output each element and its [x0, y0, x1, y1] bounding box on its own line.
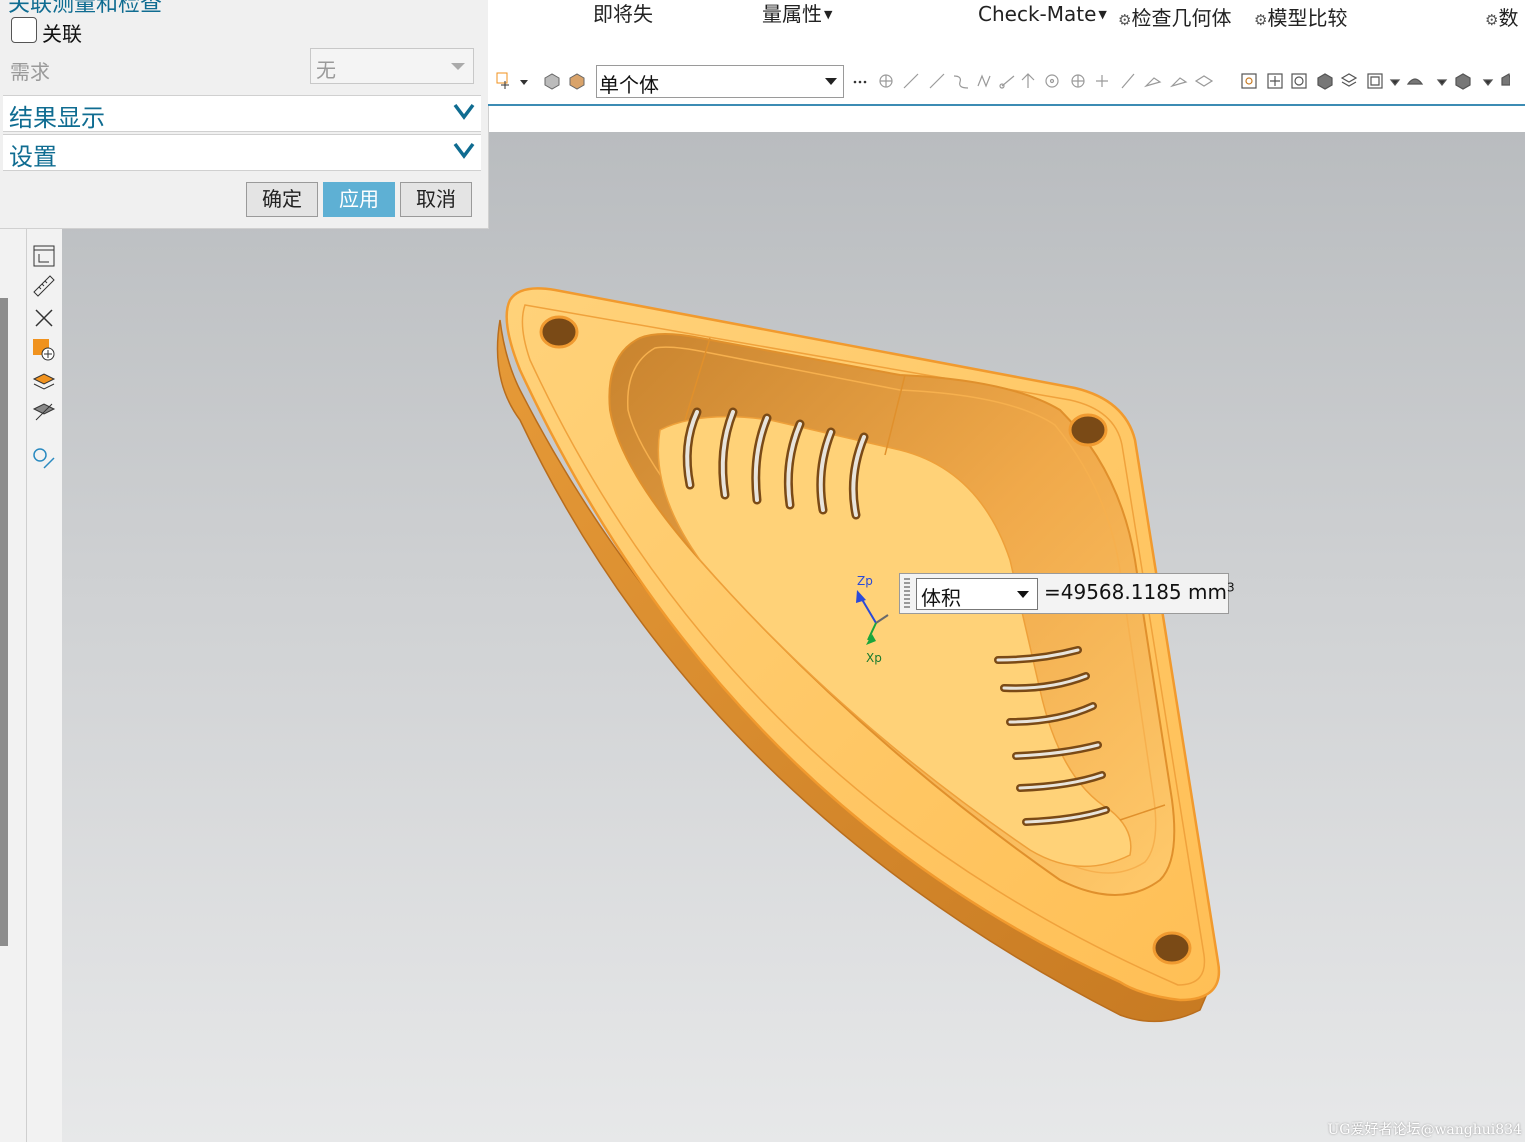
snap-point-icons[interactable] — [878, 72, 1218, 90]
requirement-value: 无 — [316, 58, 336, 82]
ribbon-item-label: Check-Mate — [978, 2, 1097, 26]
analysis-icon[interactable] — [32, 446, 56, 470]
ribbon-item-check-geometry[interactable]: ⚙检查几何体 — [1118, 2, 1231, 31]
drag-handle[interactable] — [904, 578, 910, 608]
requirement-select[interactable]: 无 — [310, 48, 474, 84]
graphics-viewport[interactable]: Zp Xp — [62, 132, 1525, 1142]
z-axis-label: Zp — [857, 574, 873, 588]
section-settings[interactable]: 设置 — [3, 134, 481, 171]
measurement-value: =49568.1185 mm3 — [1044, 580, 1235, 604]
ribbon-item-label: 检查几何体 — [1131, 6, 1232, 30]
select-point-icon[interactable] — [496, 72, 514, 90]
more-icon[interactable] — [853, 72, 867, 90]
dialog-title: 关联测量和检查 — [8, 0, 163, 17]
measurement-type-dropdown[interactable]: 体积 — [916, 578, 1038, 610]
unit-exponent: 3 — [1226, 580, 1235, 595]
left-resource-bar — [0, 228, 62, 1142]
chevron-down-icon — [451, 63, 465, 70]
x-axis-label: Xp — [866, 651, 882, 665]
volume-value: =49568.1185 mm — [1044, 580, 1227, 604]
apply-button[interactable]: 应用 — [323, 182, 395, 217]
ribbon-item-label: 模型比较 — [1267, 6, 1348, 30]
left-scrollbar[interactable] — [0, 298, 8, 946]
watermark: UG爱好者论坛@wanghui834 — [1327, 1122, 1522, 1138]
chevron-down-icon — [1017, 591, 1029, 598]
face-filter-icon[interactable] — [568, 72, 586, 90]
gear-icon: ⚙ — [1485, 11, 1499, 29]
cancel-button[interactable]: 取消 — [400, 182, 472, 217]
section-label: 设置 — [9, 143, 57, 171]
ribbon-item-model-compare[interactable]: ⚙模型比较 — [1254, 2, 1347, 31]
view-tool-icons[interactable] — [1240, 72, 1510, 90]
ruler-icon[interactable] — [32, 274, 56, 298]
close-icon[interactable] — [32, 306, 56, 330]
chevron-down-icon — [825, 78, 837, 85]
hide-body-icon[interactable] — [32, 400, 56, 424]
ribbon-item-data[interactable]: ⚙数 — [1485, 2, 1518, 31]
section-results-display[interactable]: 结果显示 — [3, 95, 481, 132]
add-body-icon[interactable] — [32, 338, 56, 362]
caret-down-icon: ▼ — [824, 8, 833, 21]
selection-filter-value: 单个体 — [599, 73, 659, 97]
associative-label: 关联 — [42, 22, 82, 46]
ok-button[interactable]: 确定 — [246, 182, 318, 217]
ribbon-item-label: 数 — [1498, 6, 1519, 30]
associative-checkbox[interactable] — [11, 17, 37, 43]
3d-model-view: Zp Xp — [496, 287, 1221, 1023]
requirement-label: 需求 — [10, 60, 50, 84]
ribbon-item-checkmate[interactable]: Check-Mate ▼ — [978, 2, 1107, 26]
selection-filter-dropdown[interactable]: 单个体 — [596, 65, 844, 98]
measurement-result-popup[interactable]: 体积 =49568.1185 mm3 — [899, 573, 1235, 614]
ribbon-item-mass-properties[interactable]: 量属性 ▼ — [762, 0, 832, 27]
section-label: 结果显示 — [9, 104, 105, 132]
caret-down-icon[interactable] — [518, 72, 530, 90]
layer-icon[interactable] — [32, 370, 56, 394]
caret-down-icon: ▼ — [1098, 8, 1107, 21]
model-compare-icon: ⚙ — [1254, 11, 1268, 29]
csys-icon[interactable] — [32, 244, 56, 268]
chevron-down-icon — [453, 103, 475, 120]
measure-dialog: 关联测量和检查 关联 需求 无 结果显示 设置 确定 应用 取消 — [0, 0, 489, 229]
measurement-type-value: 体积 — [921, 586, 961, 610]
ribbon-item-lost[interactable]: 即将失 — [593, 0, 653, 27]
ribbon-item-label: 量属性 — [762, 2, 822, 26]
check-geometry-icon: ⚙ — [1118, 11, 1132, 29]
chevron-down-icon — [453, 142, 475, 159]
body-filter-icon[interactable] — [543, 72, 561, 90]
